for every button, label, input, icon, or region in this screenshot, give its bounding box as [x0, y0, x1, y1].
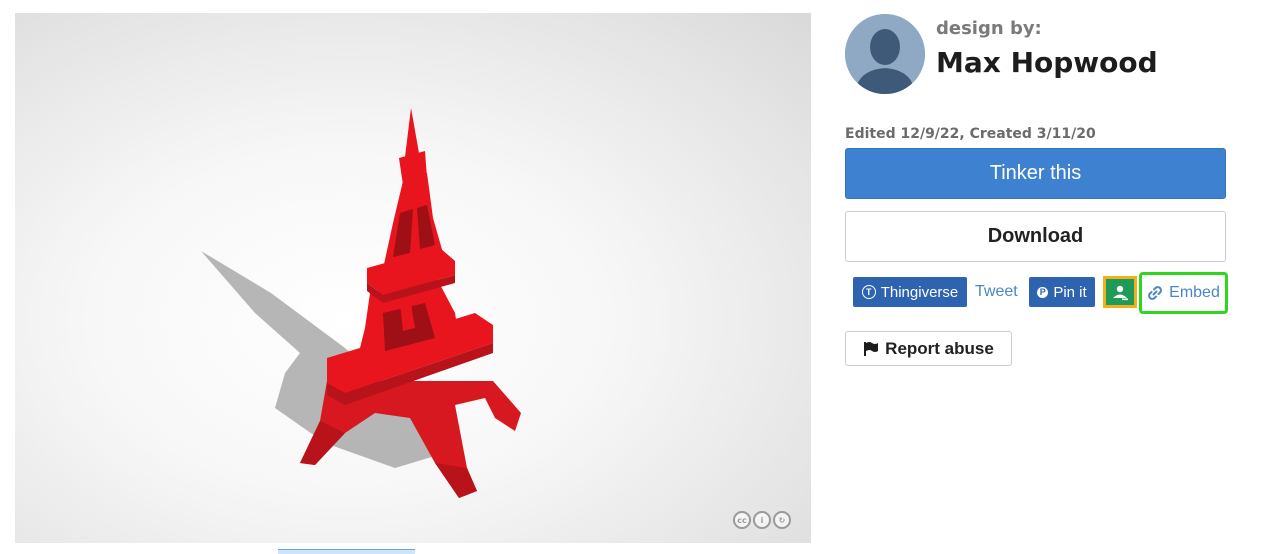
thingiverse-button[interactable]: T Thingiverse — [853, 277, 967, 307]
pin-it-button[interactable]: P Pin it — [1029, 277, 1095, 307]
google-classroom-button[interactable] — [1103, 276, 1137, 308]
tower-spire — [405, 108, 419, 157]
tower-upper — [383, 173, 443, 269]
google-classroom-icon — [1113, 285, 1128, 301]
download-button[interactable]: Download — [845, 211, 1226, 262]
by-icon: i — [753, 511, 771, 529]
tinker-this-button[interactable]: Tinker this — [845, 148, 1226, 199]
thingiverse-icon: T — [861, 285, 876, 299]
report-abuse-label: Report abuse — [885, 338, 994, 358]
model-viewer[interactable]: cc i ↻ — [15, 13, 811, 543]
sa-icon: ↻ — [773, 511, 791, 529]
report-abuse-button[interactable]: Report abuse — [845, 331, 1012, 366]
avatar[interactable] — [845, 14, 925, 94]
user-silhouette-icon — [845, 14, 925, 94]
cc-icon: cc — [733, 511, 751, 529]
thingiverse-label: Thingiverse — [880, 283, 959, 301]
eiffel-tower-model — [201, 108, 521, 498]
designer-label: design by: — [936, 18, 1042, 39]
link-icon — [1148, 286, 1163, 300]
license-badges: cc i ↻ — [733, 511, 791, 529]
embed-link[interactable]: Embed — [1139, 272, 1228, 314]
embed-label: Embed — [1169, 284, 1220, 301]
designer-name[interactable]: Max Hopwood — [936, 46, 1158, 79]
viewer-tab-indicator[interactable] — [278, 549, 415, 554]
pinterest-icon: P — [1037, 286, 1049, 298]
pin-it-label: Pin it — [1053, 283, 1087, 301]
edited-created-date: Edited 12/9/22, Created 3/11/20 — [845, 126, 1096, 142]
tweet-link[interactable]: Tweet — [975, 283, 1018, 301]
flag-icon — [864, 341, 879, 356]
